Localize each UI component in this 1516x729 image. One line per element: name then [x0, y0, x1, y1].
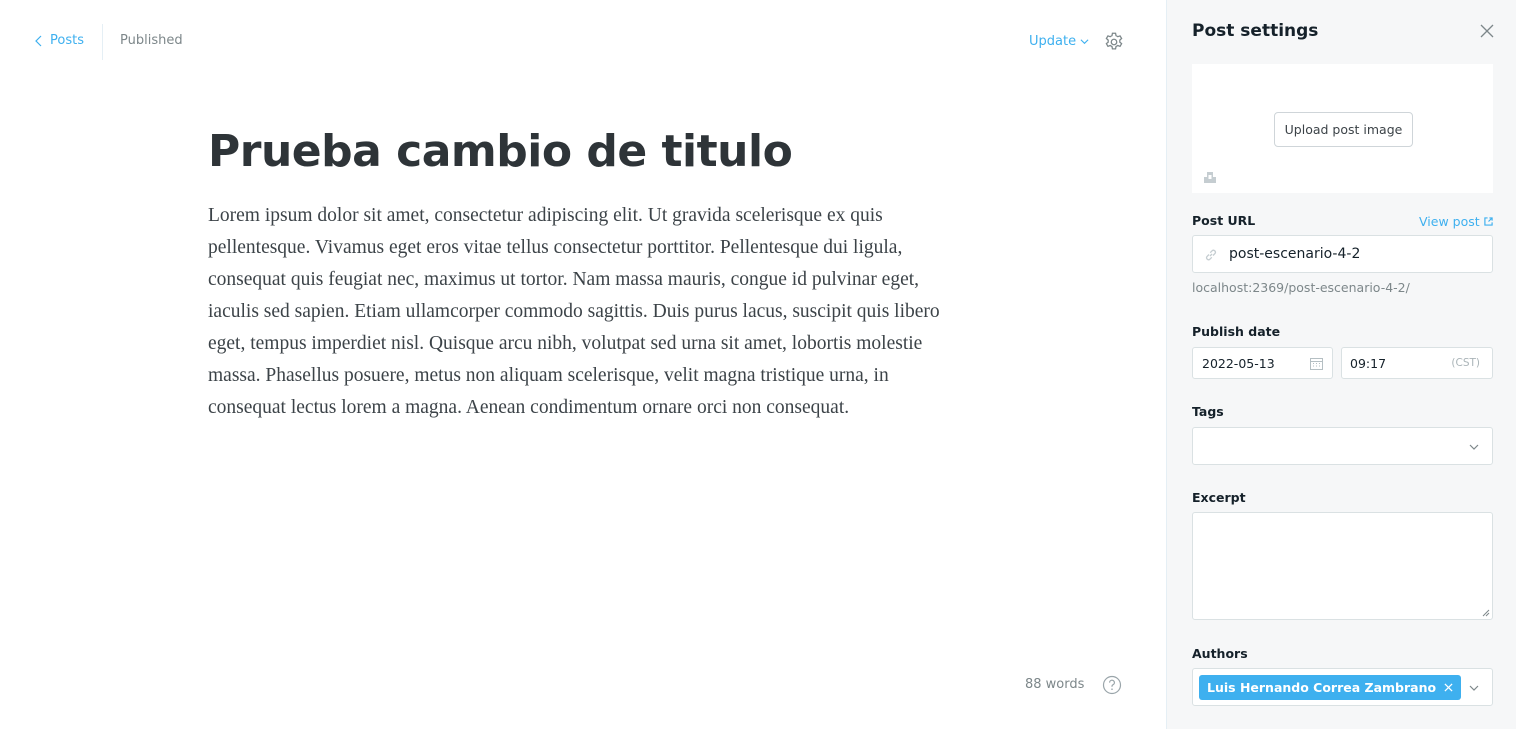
- post-status: Published: [120, 33, 183, 48]
- publish-date-label: Publish date: [1192, 324, 1281, 339]
- chevron-down-icon: [1469, 685, 1479, 691]
- upload-post-image-button[interactable]: Upload post image: [1274, 112, 1413, 147]
- publish-date-input[interactable]: 2022-05-13: [1192, 347, 1333, 379]
- timezone-label: (CST): [1451, 357, 1480, 369]
- panel-title: Post settings: [1192, 21, 1319, 41]
- chevron-down-icon: [1080, 39, 1089, 45]
- post-title[interactable]: Prueba cambio de titulo: [208, 126, 793, 177]
- post-url-label: Post URL: [1192, 213, 1256, 228]
- remove-author-icon[interactable]: [1444, 683, 1453, 692]
- excerpt-label: Excerpt: [1192, 490, 1246, 505]
- external-link-icon: [1483, 217, 1493, 226]
- post-slug-value: post-escenario-4-2: [1229, 246, 1361, 262]
- publish-time-value: 09:17: [1350, 355, 1387, 371]
- link-icon: [1205, 249, 1217, 261]
- word-count: 88 words: [1025, 677, 1085, 692]
- editor-topbar: Posts Published Update: [0, 0, 1166, 84]
- header-divider: [102, 24, 103, 60]
- calendar-icon[interactable]: [1310, 357, 1323, 370]
- tags-input[interactable]: [1192, 427, 1493, 465]
- post-image-dropzone[interactable]: Upload post image: [1192, 64, 1493, 193]
- post-url-input[interactable]: post-escenario-4-2: [1192, 235, 1493, 273]
- help-icon[interactable]: [1102, 675, 1122, 695]
- publish-date-value: 2022-05-13: [1202, 355, 1275, 371]
- update-button[interactable]: Update: [1029, 34, 1089, 49]
- post-settings-panel: Post settings Upload post image Post URL…: [1166, 0, 1516, 729]
- author-name: Luis Hernando Correa Zambrano: [1207, 680, 1437, 695]
- view-post-link[interactable]: View post: [1419, 214, 1493, 229]
- image-icon: [1204, 172, 1216, 183]
- resize-grip-icon[interactable]: [1481, 608, 1490, 617]
- author-token[interactable]: Luis Hernando Correa Zambrano: [1199, 675, 1462, 700]
- close-icon[interactable]: [1479, 23, 1495, 39]
- publish-time-input[interactable]: 09:17 (CST): [1341, 347, 1493, 379]
- authors-label: Authors: [1192, 646, 1248, 661]
- chevron-left-icon: [35, 35, 42, 46]
- authors-input[interactable]: Luis Hernando Correa Zambrano: [1192, 668, 1493, 706]
- back-to-posts-link[interactable]: Posts: [34, 33, 84, 48]
- view-post-label: View post: [1419, 214, 1480, 229]
- tags-label: Tags: [1192, 404, 1224, 419]
- gear-icon[interactable]: [1103, 31, 1125, 53]
- post-body[interactable]: Lorem ipsum dolor sit amet, consectetur …: [208, 200, 958, 424]
- editor-area: Posts Published Update Prueba cambio de …: [0, 0, 1166, 729]
- update-button-label: Update: [1029, 34, 1077, 49]
- url-preview: localhost:2369/post-escenario-4-2/: [1192, 280, 1410, 295]
- back-link-label: Posts: [50, 33, 84, 48]
- chevron-down-icon: [1469, 444, 1479, 450]
- excerpt-textarea[interactable]: [1192, 512, 1493, 620]
